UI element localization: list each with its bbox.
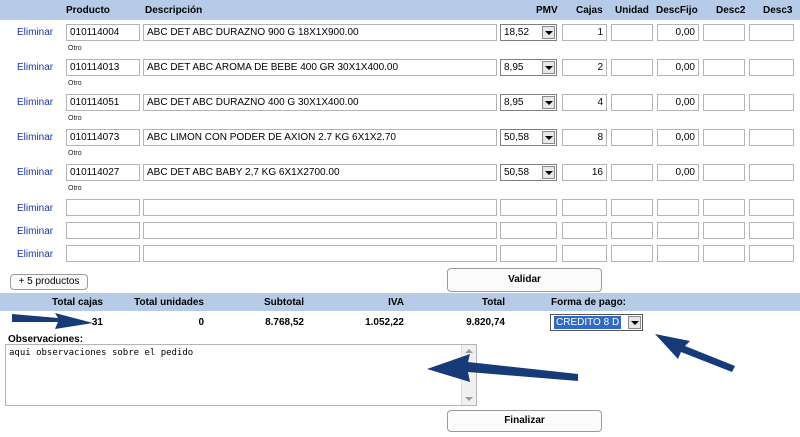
arrow-observaciones-icon [427,354,578,382]
arrow-total-cajas-icon [12,313,93,329]
arrow-forma-pago-icon [655,334,735,372]
annotation-arrows [12,313,735,382]
